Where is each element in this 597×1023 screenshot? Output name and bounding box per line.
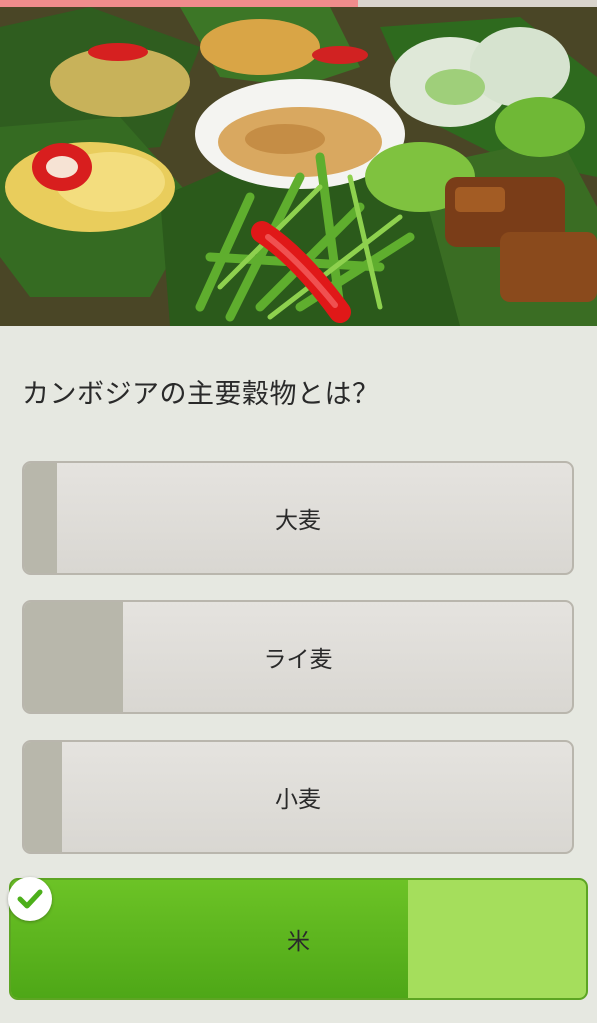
hero-food-image <box>0 7 597 326</box>
answer-label: ライ麦 <box>263 647 333 673</box>
answer-option-1[interactable]: 大麦 <box>22 461 574 575</box>
checkmark-icon <box>8 877 52 921</box>
progress-bar-fill <box>0 0 359 7</box>
answer-label: 米 <box>287 929 310 955</box>
answer-option-2[interactable]: ライ麦 <box>22 600 574 714</box>
answer-label: 大麦 <box>275 508 321 534</box>
answer-label: 小麦 <box>275 787 321 813</box>
checkmark-glyph <box>17 889 43 909</box>
question-text: カンボジアの主要穀物とは？ <box>22 379 380 410</box>
cambodian-food-platter-photo <box>0 7 597 326</box>
answer-option-3[interactable]: 小麦 <box>22 740 574 854</box>
answer-option-4-correct[interactable]: 米 <box>9 878 588 1000</box>
progress-bar <box>0 0 597 7</box>
